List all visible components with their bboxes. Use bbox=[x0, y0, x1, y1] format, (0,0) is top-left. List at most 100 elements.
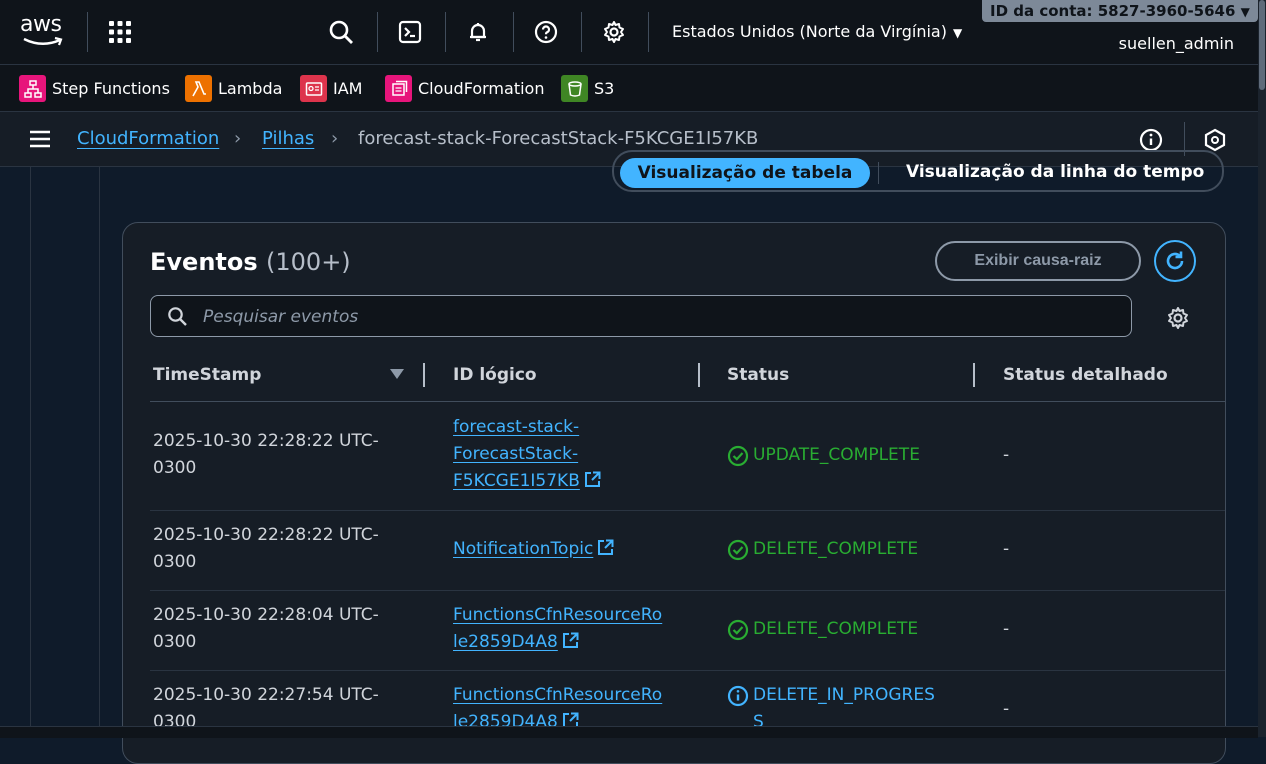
chevron-right-icon: › bbox=[331, 128, 339, 149]
window-bottom-edge bbox=[0, 726, 1258, 738]
events-count: (100+) bbox=[266, 248, 351, 276]
breadcrumb-current: forecast-stack-ForecastStack-F5KCGE1I57K… bbox=[358, 128, 759, 149]
logical-id-text: NotificationTopic bbox=[453, 539, 594, 559]
menu-icon[interactable] bbox=[30, 130, 50, 152]
column-header-timestamp[interactable]: TimeStamp bbox=[153, 365, 261, 385]
status-text: DELETE_COMPLETE bbox=[753, 539, 919, 559]
logical-id-link[interactable]: forecast-stack- ForecastStack- F5KCGE1I5… bbox=[453, 414, 693, 497]
external-link-icon bbox=[584, 470, 601, 497]
favorite-lambda[interactable]: Lambda bbox=[185, 75, 282, 102]
detailed-status-cell: - bbox=[1003, 445, 1010, 465]
search-events-input[interactable] bbox=[201, 304, 1105, 330]
status-cell: DELETE_COMPLETE bbox=[727, 616, 967, 643]
success-icon bbox=[727, 445, 749, 467]
caret-down-icon: ▼ bbox=[1240, 5, 1250, 19]
logical-id-link[interactable]: FunctionsCfnResourceRo le2859D4A8 bbox=[453, 602, 693, 658]
search-icon bbox=[167, 306, 187, 330]
logical-id-text: FunctionsCfnResourceRo le2859D4A8 bbox=[453, 685, 663, 732]
detailed-status-cell: - bbox=[1003, 539, 1010, 559]
events-title-label: Eventos bbox=[150, 248, 258, 276]
logical-id-text: FunctionsCfnResourceRo le2859D4A8 bbox=[453, 605, 663, 652]
table-row: 2025-10-30 22:28:22 UTC- 0300 Notificati… bbox=[150, 511, 1225, 591]
settings-icon[interactable] bbox=[598, 16, 630, 48]
account-id-label: ID da conta: 5827-3960-5646 bbox=[990, 2, 1236, 20]
table-row: 2025-10-30 22:27:54 UTC- 0300 FunctionsC… bbox=[150, 671, 1225, 761]
breadcrumb-stacks[interactable]: Pilhas bbox=[262, 128, 314, 149]
status-cell: UPDATE_COMPLETE bbox=[727, 442, 967, 469]
status-cell: DELETE_COMPLETE bbox=[727, 536, 967, 563]
success-icon bbox=[727, 539, 749, 561]
search-events-field[interactable] bbox=[150, 295, 1132, 337]
grid-icon[interactable] bbox=[104, 16, 136, 48]
aws-logo[interactable]: aws bbox=[20, 14, 66, 50]
nav-divider bbox=[445, 12, 446, 52]
column-resizer[interactable] bbox=[423, 363, 425, 387]
root-cause-button[interactable]: Exibir causa-raiz bbox=[935, 241, 1141, 281]
side-navigation-rail bbox=[30, 167, 100, 737]
account-id-badge[interactable]: ID da conta: 5827-3960-5646 ▼ bbox=[982, 0, 1258, 22]
favorite-iam[interactable]: IAM bbox=[300, 75, 362, 102]
aws-logo-text: aws bbox=[20, 12, 62, 37]
status-text: UPDATE_COMPLETE bbox=[753, 445, 920, 465]
region-selector[interactable]: Estados Unidos (Norte da Virgínia) ▼ bbox=[672, 22, 962, 41]
table-row: 2025-10-30 22:28:22 UTC- 0300 forecast-s… bbox=[150, 402, 1225, 511]
search-icon[interactable] bbox=[325, 16, 357, 48]
breadcrumb-cloudformation[interactable]: CloudFormation bbox=[77, 128, 219, 149]
refresh-icon bbox=[1166, 251, 1184, 270]
region-label: Estados Unidos (Norte da Virgínia) bbox=[672, 22, 947, 41]
lambda-icon bbox=[185, 75, 212, 102]
s3-icon bbox=[561, 75, 588, 102]
chevron-right-icon: › bbox=[234, 128, 242, 149]
status-text: DELETE_COMPLETE bbox=[753, 619, 919, 639]
cloudshell-icon[interactable] bbox=[394, 16, 426, 48]
username[interactable]: suellen_admin bbox=[1119, 34, 1234, 53]
info-icon bbox=[727, 685, 749, 707]
nav-divider bbox=[513, 12, 514, 52]
aws-smile-icon bbox=[23, 36, 63, 46]
timestamp-cell: 2025-10-30 22:28:22 UTC- 0300 bbox=[153, 431, 379, 478]
column-resizer[interactable] bbox=[698, 363, 700, 387]
favorite-cloudformation[interactable]: CloudFormation bbox=[385, 75, 544, 102]
favorite-label: CloudFormation bbox=[418, 79, 545, 98]
column-resizer[interactable] bbox=[973, 363, 975, 387]
sort-descending-icon[interactable] bbox=[390, 369, 404, 379]
favorite-label: Lambda bbox=[218, 79, 283, 98]
success-icon bbox=[727, 619, 749, 641]
step-functions-icon bbox=[19, 75, 46, 102]
iam-icon bbox=[300, 75, 327, 102]
external-link-icon bbox=[562, 631, 579, 658]
column-header-detailed-status[interactable]: Status detalhado bbox=[1003, 365, 1168, 385]
nav-divider bbox=[648, 12, 649, 52]
cloudformation-icon bbox=[385, 75, 412, 102]
favorite-label: Step Functions bbox=[52, 79, 170, 98]
table-row: 2025-10-30 22:28:04 UTC- 0300 FunctionsC… bbox=[150, 591, 1225, 671]
column-header-status[interactable]: Status bbox=[727, 365, 789, 385]
logical-id-link[interactable]: NotificationTopic bbox=[453, 536, 693, 565]
favorites-bar: Step Functions Lambda IAM CloudFormation… bbox=[0, 65, 1258, 112]
view-toggle: Visualização de tabela Visualização da l… bbox=[612, 150, 1224, 192]
nav-divider bbox=[581, 12, 582, 52]
timestamp-cell: 2025-10-30 22:28:22 UTC- 0300 bbox=[153, 525, 379, 572]
table-header: TimeStamp ID lógico Status Status detalh… bbox=[150, 353, 1225, 402]
scrollbar[interactable] bbox=[1258, 0, 1266, 737]
detailed-status-cell: - bbox=[1003, 699, 1010, 719]
favorite-step-functions[interactable]: Step Functions bbox=[19, 75, 170, 102]
favorite-s3[interactable]: S3 bbox=[561, 75, 614, 102]
refresh-button[interactable] bbox=[1154, 240, 1196, 282]
scrollbar-thumb[interactable] bbox=[1259, 0, 1265, 90]
timestamp-cell: 2025-10-30 22:28:04 UTC- 0300 bbox=[153, 605, 379, 652]
timeline-view-toggle[interactable]: Visualização da linha do tempo bbox=[906, 162, 1204, 182]
nav-divider bbox=[87, 12, 88, 52]
detailed-status-cell: - bbox=[1003, 619, 1010, 639]
toggle-divider bbox=[878, 162, 879, 184]
logical-id-text: forecast-stack- ForecastStack- F5KCGE1I5… bbox=[453, 417, 580, 491]
column-header-logical-id[interactable]: ID lógico bbox=[453, 365, 537, 385]
table-preferences-icon[interactable] bbox=[1166, 306, 1190, 334]
events-panel: Eventos (100+) Exibir causa-raiz TimeSta… bbox=[122, 222, 1226, 764]
favorite-label: IAM bbox=[333, 79, 363, 98]
bell-icon[interactable] bbox=[462, 16, 494, 48]
help-icon[interactable] bbox=[530, 16, 562, 48]
table-view-toggle[interactable]: Visualização de tabela bbox=[620, 158, 870, 188]
caret-down-icon: ▼ bbox=[952, 26, 963, 40]
favorite-label: S3 bbox=[594, 79, 615, 98]
